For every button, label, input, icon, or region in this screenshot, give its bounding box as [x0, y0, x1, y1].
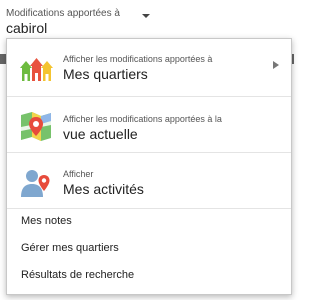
menu-item-caption: Afficher — [63, 169, 94, 179]
menu-item-label: vue actuelle — [63, 126, 138, 142]
dropdown-caption: Modifications apportées à — [6, 8, 120, 19]
menu-item-caption: Afficher les modifications apportées à l… — [63, 114, 222, 124]
dropdown-selected-value: cabirol — [6, 20, 48, 36]
menu-link-label: Gérer mes quartiers — [21, 242, 119, 254]
submenu-arrow-icon — [273, 61, 279, 69]
area-select-dropdown[interactable]: Modifications apportées à cabirol — [4, 2, 154, 36]
neighborhood-houses-icon — [20, 58, 53, 81]
menu-item-my-activities[interactable]: Afficher Mes activités — [7, 153, 291, 208]
menu-link-my-notes[interactable]: Mes notes — [7, 209, 291, 235]
menu-item-current-view[interactable]: Afficher les modifications apportées à l… — [7, 97, 291, 152]
chevron-down-icon — [142, 14, 150, 18]
menu-item-label: Mes activités — [63, 181, 144, 197]
menu-link-manage-neighborhoods[interactable]: Gérer mes quartiers — [7, 236, 291, 262]
map-pin-icon — [21, 112, 51, 141]
menu-item-caption: Afficher les modifications apportées à — [63, 54, 213, 64]
menu-item-my-neighborhoods[interactable]: Afficher les modifications apportées à M… — [7, 39, 291, 96]
menu-link-label: Mes notes — [21, 215, 72, 227]
menu-link-label: Résultats de recherche — [21, 269, 135, 281]
menu-link-search-results[interactable]: Résultats de recherche — [7, 263, 291, 289]
dropdown-menu: Afficher les modifications apportées à M… — [6, 38, 292, 295]
user-pin-icon — [21, 170, 50, 197]
menu-item-label: Mes quartiers — [63, 66, 148, 82]
